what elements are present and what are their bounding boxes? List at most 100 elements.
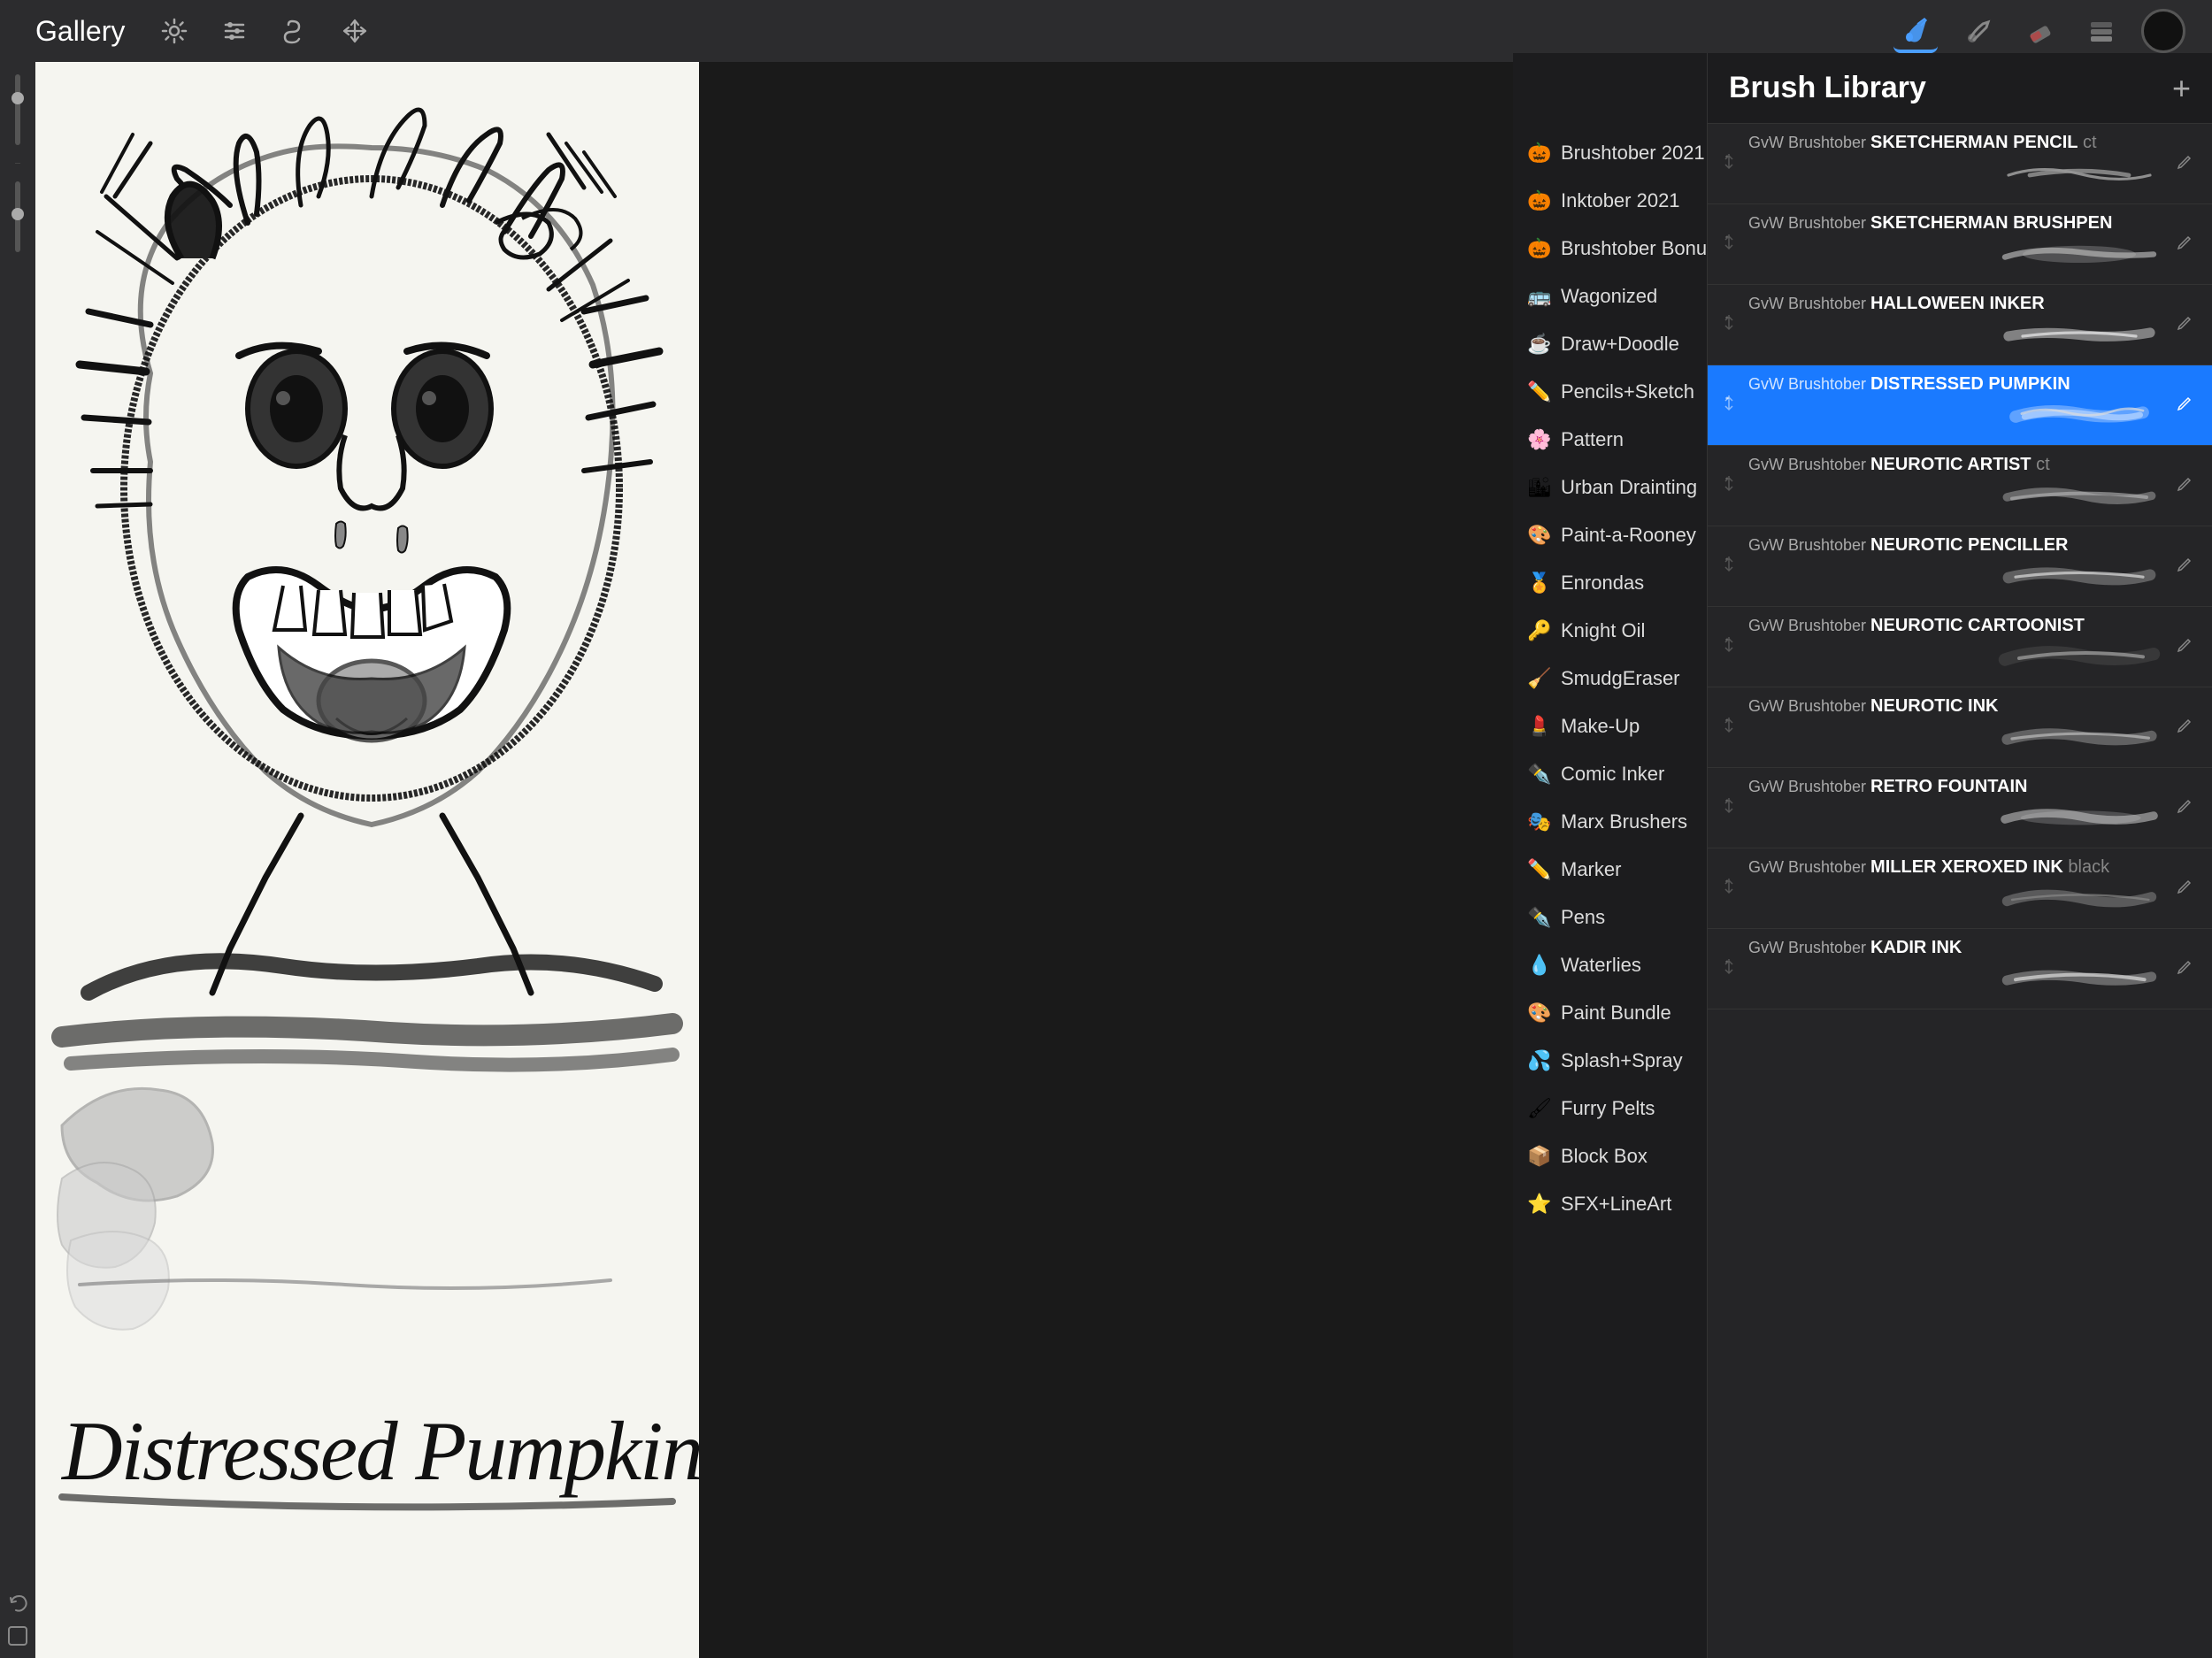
color-swatch[interactable]	[2141, 9, 2185, 53]
category-icon: 🚌	[1527, 285, 1552, 308]
category-item-pencils-sketch[interactable]: ✏️ Pencils+Sketch	[1513, 368, 1707, 416]
brush-item-neurotic-penciller[interactable]: GvW Brushtober NEUROTIC PENCILLER	[1708, 526, 2212, 607]
opacity-slider[interactable]	[15, 181, 20, 252]
category-item-paint-a-rooney[interactable]: 🎨 Paint-a-Rooney	[1513, 511, 1707, 559]
category-item-marker[interactable]: ✏️ Marker	[1513, 846, 1707, 894]
brush-item-drag-icon	[1722, 313, 1748, 336]
category-item-enrondas[interactable]: 🏅 Enrondas	[1513, 559, 1707, 607]
category-item-waterlies[interactable]: 💧 Waterlies	[1513, 941, 1707, 989]
brush-preview	[1748, 557, 2177, 599]
brush-item-halloween-inker[interactable]: GvW Brushtober HALLOWEEN INKER	[1708, 285, 2212, 365]
brush-edit-icon[interactable]	[2177, 959, 2198, 979]
brush-item-drag-icon	[1722, 635, 1748, 658]
category-item-make-up[interactable]: 💄 Make-Up	[1513, 702, 1707, 750]
brush-item-drag-icon	[1722, 877, 1748, 900]
brush-edit-icon[interactable]	[2177, 879, 2198, 899]
brush-item-name-text: GvW Brushtober SKETCHERMAN PENCIL ct	[1748, 131, 2177, 154]
category-item-pattern[interactable]: 🌸 Pattern	[1513, 416, 1707, 464]
brush-edit-icon[interactable]	[2177, 234, 2198, 255]
category-icon: 💧	[1527, 954, 1552, 977]
category-item-urban-drainting[interactable]: 🏙 Urban Drainting	[1513, 464, 1707, 511]
brush-item-content: GvW Brushtober SKETCHERMAN BRUSHPEN	[1748, 204, 2177, 284]
brush-edit-icon[interactable]	[2177, 637, 2198, 657]
category-label: Brushtober 2021	[1561, 142, 1705, 165]
category-label: SmudgEraser	[1561, 667, 1680, 690]
brush-preview	[1748, 879, 2177, 921]
brush-preview	[1748, 154, 2177, 196]
left-sidebar	[0, 62, 35, 1658]
category-label: Draw+Doodle	[1561, 333, 1679, 356]
brush-item-distressed-pumpkin[interactable]: GvW Brushtober DISTRESSED PUMPKIN	[1708, 365, 2212, 446]
category-item-brushtober-2021[interactable]: 🎃 Brushtober 2021	[1513, 129, 1707, 177]
brush-item-drag-icon	[1722, 152, 1748, 175]
brush-item-sketcherman-pencil[interactable]: GvW Brushtober SKETCHERMAN PENCIL ct	[1708, 124, 2212, 204]
category-label: Block Box	[1561, 1145, 1647, 1168]
brush-edit-icon[interactable]	[2177, 315, 2198, 335]
category-item-paint-bundle[interactable]: 🎨 Paint Bundle	[1513, 989, 1707, 1037]
category-icon: 🎨	[1527, 524, 1552, 547]
category-icon: ✒️	[1527, 906, 1552, 929]
category-icon: 🎭	[1527, 810, 1552, 833]
category-item-draw-doodle[interactable]: ☕ Draw+Doodle	[1513, 320, 1707, 368]
brush-edit-icon[interactable]	[2177, 557, 2198, 577]
brush-edit-icon[interactable]	[2177, 476, 2198, 496]
category-icon: ✏️	[1527, 858, 1552, 881]
category-item-wagonized[interactable]: 🚌 Wagonized	[1513, 272, 1707, 320]
brush-item-neurotic-ink[interactable]: GvW Brushtober NEUROTIC INK	[1708, 687, 2212, 768]
category-item-furry-pelts[interactable]: 🖌 Furry Pelts	[1513, 1085, 1707, 1132]
brush-panel-title: Brush Library	[1729, 71, 1926, 105]
category-icon: 💄	[1527, 715, 1552, 738]
category-icon: 🌸	[1527, 428, 1552, 451]
brush-item-retro-fountain[interactable]: GvW Brushtober RETRO FOUNTAIN	[1708, 768, 2212, 848]
brush-item-sketcherman-brushpen[interactable]: GvW Brushtober SKETCHERMAN BRUSHPEN	[1708, 204, 2212, 285]
category-item-sfx-lineart[interactable]: ⭐ SFX+LineArt	[1513, 1180, 1707, 1228]
svg-text:Distressed Pumpkin Brush: Distressed Pumpkin Brush	[60, 1404, 699, 1498]
brush-edit-icon[interactable]	[2177, 154, 2198, 174]
brush-edit-icon[interactable]	[2177, 718, 2198, 738]
category-item-pens[interactable]: ✒️ Pens	[1513, 894, 1707, 941]
size-slider[interactable]	[15, 74, 20, 145]
brush-edit-icon[interactable]	[2177, 798, 2198, 818]
category-item-inktober-2021[interactable]: 🎃 Inktober 2021	[1513, 177, 1707, 225]
eraser-tool-icon[interactable]	[2017, 9, 2062, 53]
gallery-button[interactable]: Gallery	[27, 15, 134, 48]
brush-item-drag-icon	[1722, 796, 1748, 819]
brush-item-neurotic-artist[interactable]: GvW Brushtober NEUROTIC ARTIST ct	[1708, 446, 2212, 526]
category-item-marx-brushers[interactable]: 🎭 Marx Brushers	[1513, 798, 1707, 846]
category-label: Waterlies	[1561, 954, 1641, 977]
category-label: Knight Oil	[1561, 619, 1645, 642]
settings-icon[interactable]	[155, 12, 194, 50]
smudge-selection-icon[interactable]	[275, 12, 314, 50]
move-icon[interactable]	[335, 12, 374, 50]
category-label: Marx Brushers	[1561, 810, 1687, 833]
brush-item-name-text: GvW Brushtober RETRO FOUNTAIN	[1748, 775, 2177, 798]
category-item-comic-inker[interactable]: ✒️ Comic Inker	[1513, 750, 1707, 798]
expand-button[interactable]	[4, 1623, 31, 1649]
top-bar-left: Gallery	[27, 12, 374, 50]
smudge-tool-icon[interactable]	[1955, 9, 2000, 53]
brush-item-name-text: GvW Brushtober DISTRESSED PUMPKIN	[1748, 372, 2177, 395]
layers-tool-icon[interactable]	[2079, 9, 2124, 53]
category-item-knight-oil[interactable]: 🔑 Knight Oil	[1513, 607, 1707, 655]
brush-item-neurotic-cartoonist[interactable]: GvW Brushtober NEUROTIC CARTOONIST	[1708, 607, 2212, 687]
canvas-area: Distressed Pumpkin Brush	[35, 62, 699, 1658]
brush-add-button[interactable]: +	[2172, 73, 2191, 104]
brush-item-kadir-ink[interactable]: GvW Brushtober KADIR INK	[1708, 929, 2212, 1009]
category-icon: 🏅	[1527, 572, 1552, 595]
canvas-drawing: Distressed Pumpkin Brush	[35, 62, 699, 1658]
category-icon: 🖌	[1527, 1097, 1552, 1120]
brush-tool-icon[interactable]	[1893, 9, 1938, 53]
category-item-smudgeraser[interactable]: 🧹 SmudgEraser	[1513, 655, 1707, 702]
category-item-block-box[interactable]: 📦 Block Box	[1513, 1132, 1707, 1180]
category-item-brushtober-bonus[interactable]: 🎃 Brushtober Bonus	[1513, 225, 1707, 272]
category-label: SFX+LineArt	[1561, 1193, 1671, 1216]
category-icon: ✒️	[1527, 763, 1552, 786]
brush-edit-icon[interactable]	[2177, 395, 2198, 416]
brush-item-content: GvW Brushtober NEUROTIC ARTIST ct	[1748, 446, 2177, 526]
category-item-splash-spray[interactable]: 💦 Splash+Spray	[1513, 1037, 1707, 1085]
brush-item-miller-xeroxed-ink[interactable]: GvW Brushtober MILLER XEROXED INK black	[1708, 848, 2212, 929]
brush-list: GvW Brushtober SKETCHERMAN PENCIL ct GvW…	[1708, 124, 2212, 1658]
undo-button[interactable]	[4, 1589, 31, 1616]
brush-preview	[1748, 234, 2177, 277]
adjust-icon[interactable]	[215, 12, 254, 50]
